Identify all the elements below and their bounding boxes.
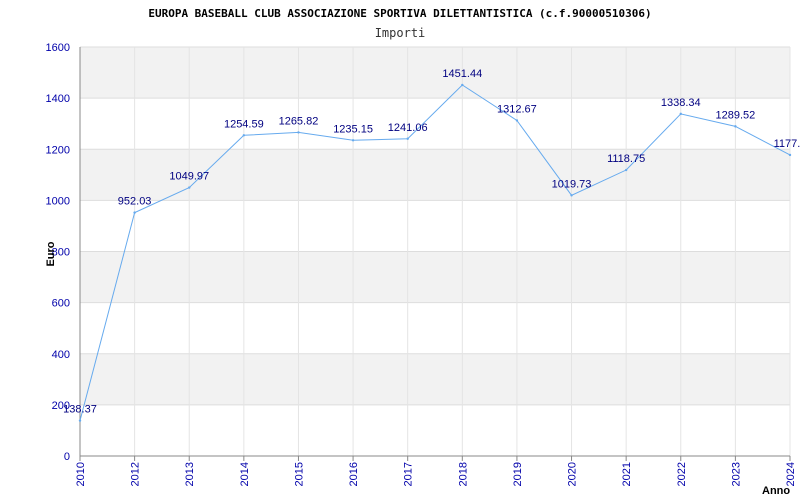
data-point: [188, 186, 191, 189]
data-label: 1235.15: [333, 123, 373, 135]
x-tick-labels: 2010 2012 2013 2014 2015 2016 2017 2018 2019 2020…: [75, 462, 797, 486]
y-axis-label: Euro: [45, 241, 57, 266]
data-label: 1254.59: [224, 118, 264, 130]
data-label: 138.37: [63, 404, 97, 416]
x-tick-label: 2018: [457, 462, 469, 486]
data-point: [297, 131, 300, 134]
data-label: 1338.34: [661, 97, 701, 109]
data-label: 1118.75: [607, 153, 645, 165]
line-chart: 02004006008001000120014001600 2010 2012 20…: [45, 7, 800, 497]
data-label: 952.03: [118, 196, 152, 208]
data-label: 1265.82: [279, 115, 319, 127]
x-tick-label: 2023: [730, 462, 742, 486]
data-label: 1451.44: [442, 68, 482, 80]
grid-band: [80, 404, 790, 456]
data-point: [133, 211, 136, 214]
y-tick-label: 1600: [46, 42, 70, 54]
x-tick-label: 2024: [785, 462, 797, 486]
x-tick-label: 2010: [75, 462, 87, 486]
data-point: [734, 125, 737, 128]
data-point: [515, 119, 519, 122]
x-tick-label: 2021: [621, 462, 633, 486]
chart-subtitle: Importi: [375, 26, 426, 40]
grid-band: [80, 47, 790, 99]
x-tick-label: 2020: [567, 462, 579, 486]
data-point: [406, 137, 409, 140]
y-tick-label: 400: [52, 349, 70, 361]
y-tick-label: 1200: [46, 144, 70, 156]
x-tick-label: 2016: [348, 462, 360, 486]
data-point: [242, 134, 246, 137]
x-tick-label: 2014: [239, 462, 251, 486]
grid-band: [80, 251, 790, 303]
x-axis-label: Anno: [762, 485, 790, 497]
data-point: [624, 168, 628, 172]
grid-band: [80, 353, 790, 405]
x-tick-label: 2019: [512, 462, 524, 486]
data-point: [788, 153, 792, 157]
x-tick-label: 2022: [676, 462, 688, 486]
data-label: 1289.52: [716, 109, 756, 121]
x-tick-label: 2015: [293, 462, 305, 486]
data-label: 1312.67: [497, 103, 537, 115]
y-tick-label: 1400: [46, 93, 70, 105]
data-label: 1177.7: [774, 138, 800, 150]
y-tick-label: 600: [52, 298, 70, 310]
data-point: [351, 139, 355, 142]
grid-band: [80, 302, 790, 354]
x-tick-label: 2017: [403, 462, 415, 486]
data-label: 1019.73: [552, 178, 592, 190]
data-label: 1049.97: [169, 171, 209, 183]
data-point: [570, 194, 573, 197]
y-tick-label: 1000: [46, 195, 70, 207]
x-tick-label: 2012: [130, 462, 142, 486]
x-tick-label: 2013: [184, 462, 196, 486]
chart-title: EUROPA BASEBALL CLUB ASSOCIAZIONE SPORTI…: [148, 7, 651, 20]
data-point: [78, 419, 82, 422]
data-point: [679, 112, 682, 116]
data-label: 1241.06: [388, 122, 428, 134]
y-tick-label: 0: [64, 451, 70, 463]
data-point: [461, 83, 464, 87]
grid-band: [80, 200, 790, 252]
